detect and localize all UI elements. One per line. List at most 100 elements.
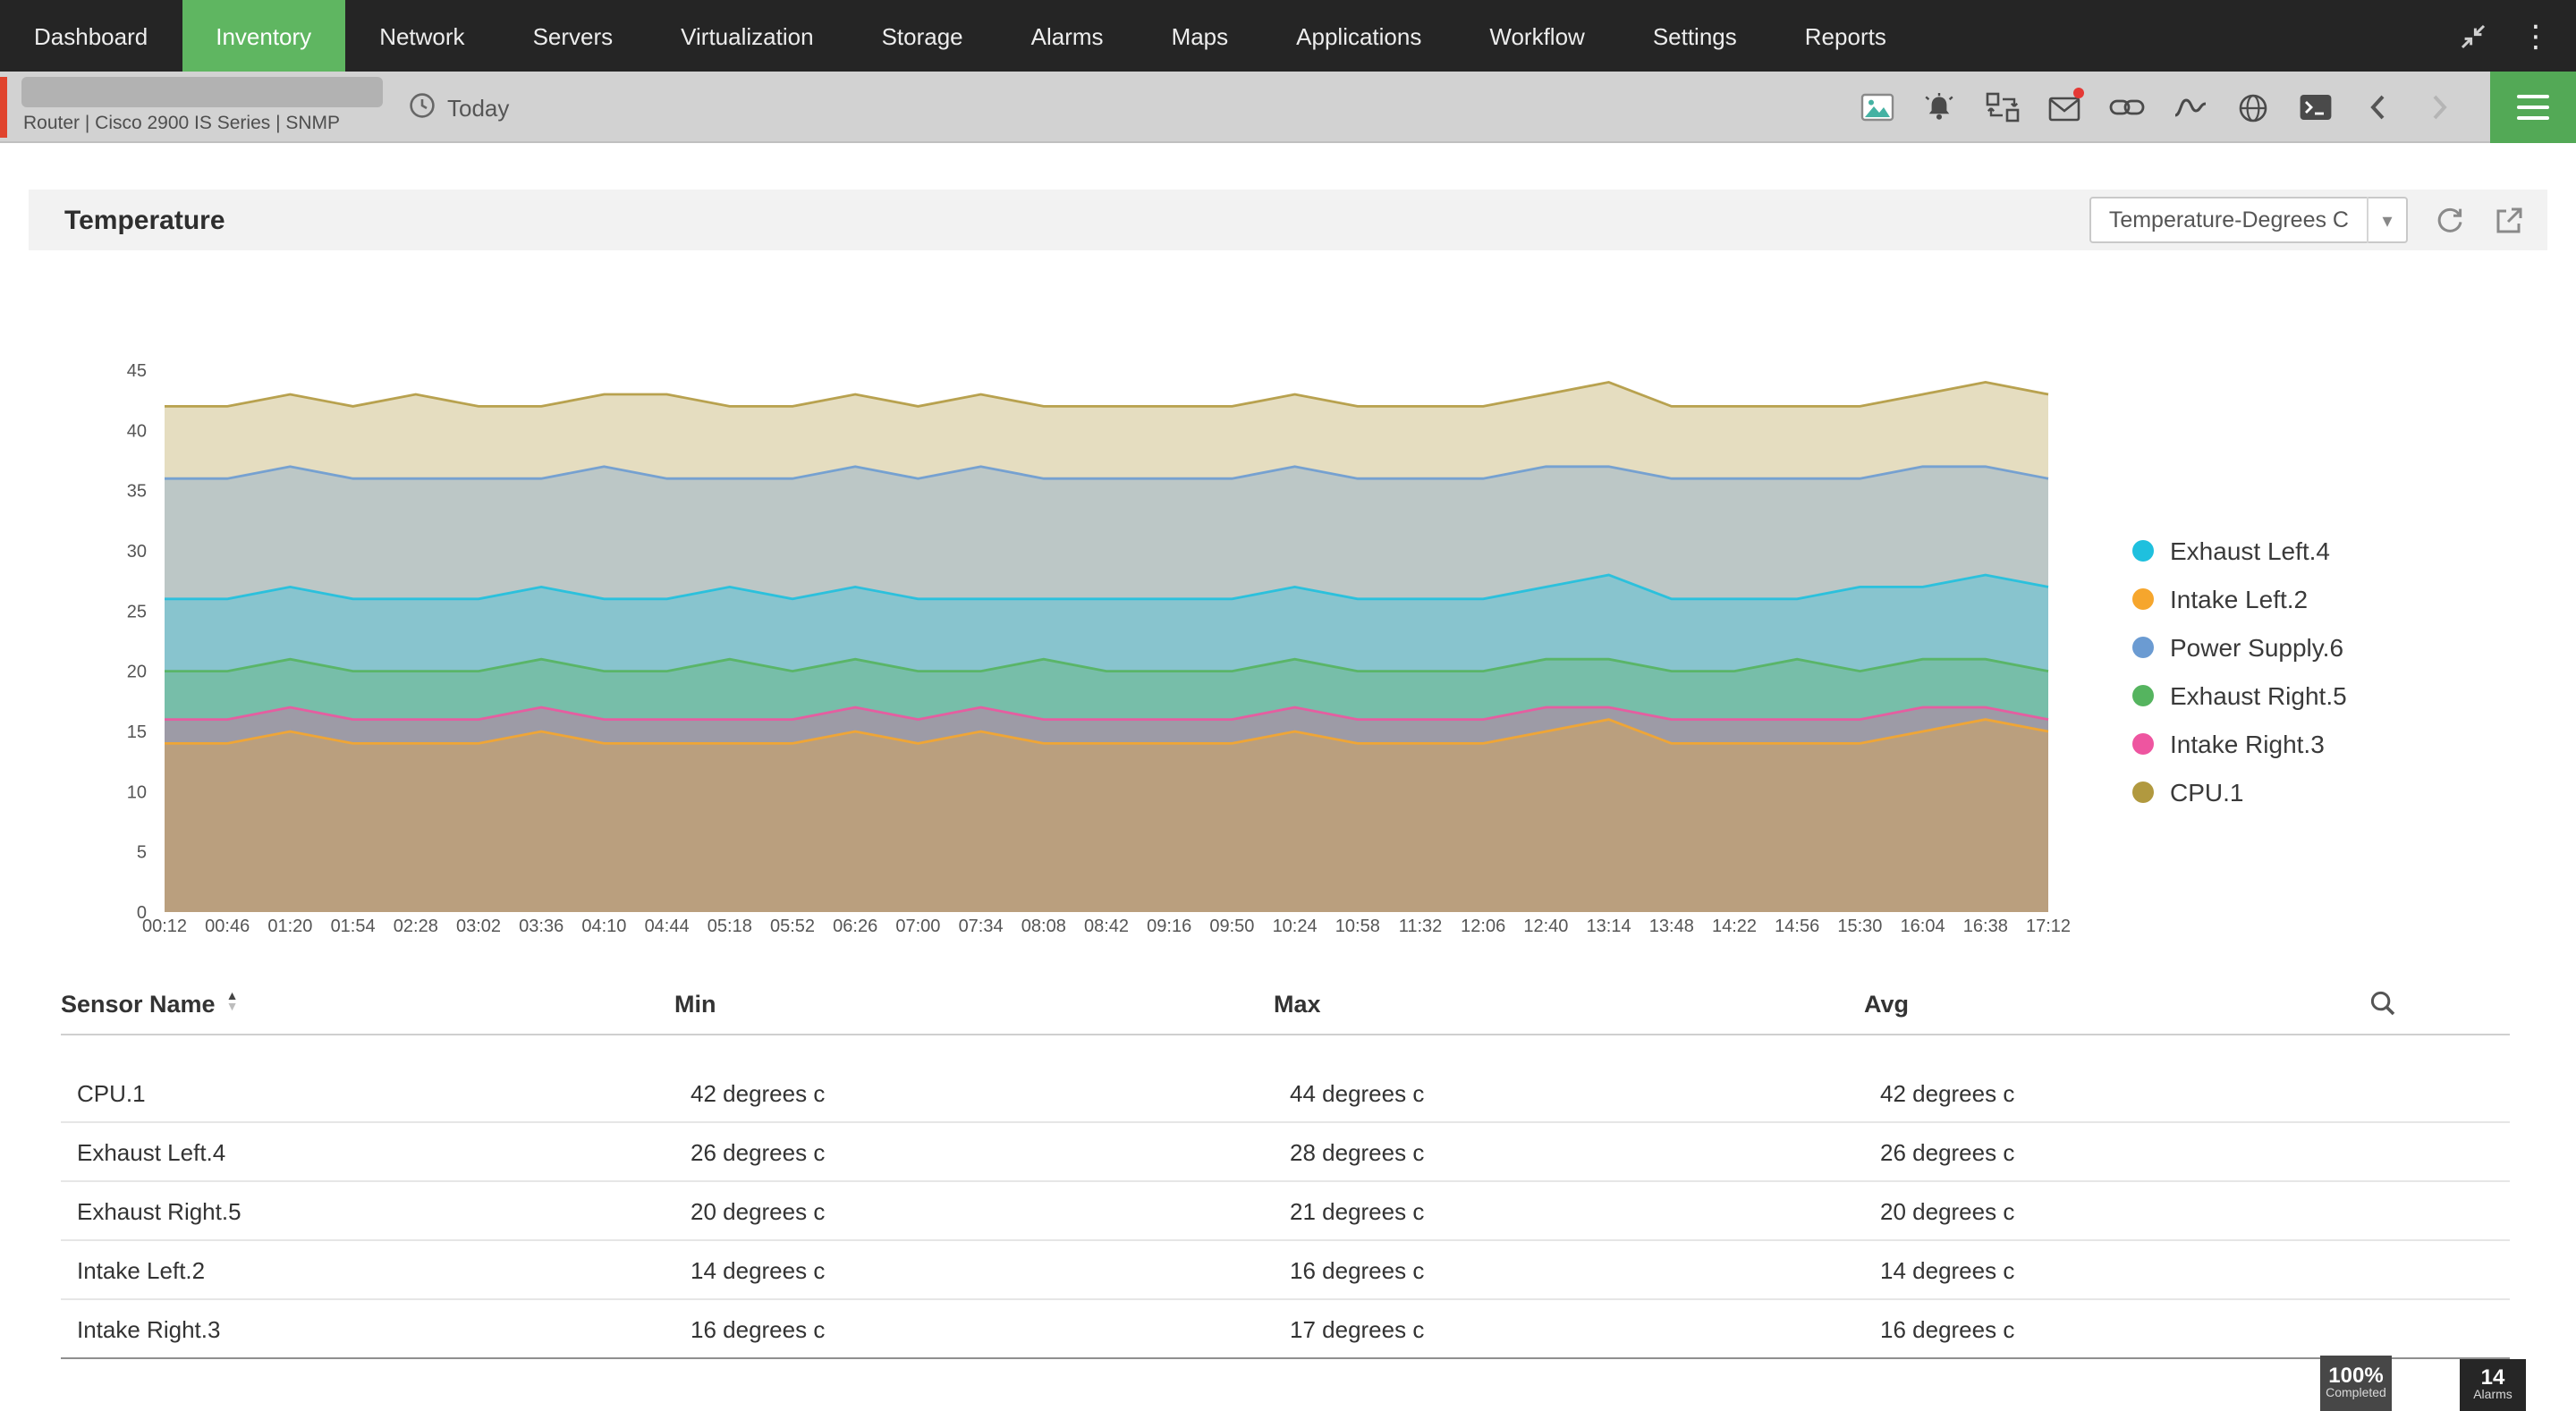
- device-subtitle: Router | Cisco 2900 IS Series | SNMP: [23, 113, 341, 134]
- metric-dropdown-value: Temperature-Degrees C: [2108, 207, 2349, 232]
- table-row[interactable]: Intake Left.2 14 degrees c 16 degrees c 14 …: [61, 1241, 2510, 1300]
- max-value: 21 degrees c: [1290, 1197, 1425, 1224]
- export-icon[interactable]: [2490, 202, 2526, 238]
- legend-item[interactable]: Intake Left.2: [2132, 574, 2347, 622]
- clock-icon: [408, 90, 436, 124]
- table-row[interactable]: Exhaust Left.4 26 degrees c 28 degrees c 26…: [61, 1123, 2510, 1182]
- legend-item[interactable]: Intake Right.3: [2132, 719, 2347, 767]
- nav-item-alarms[interactable]: Alarms: [997, 0, 1138, 72]
- table-row[interactable]: Exhaust Right.5 20 degrees c 21 degrees c 2…: [61, 1182, 2510, 1241]
- notification-dot: [2073, 88, 2084, 98]
- nav-item-inventory[interactable]: Inventory: [182, 0, 346, 72]
- svg-text:12:06: 12:06: [1461, 917, 1505, 936]
- toolbar-icons: [1857, 72, 2576, 143]
- sensor-name: Intake Right.3: [77, 1315, 221, 1342]
- column-header-avg[interactable]: Avg: [1864, 991, 2510, 1018]
- nav-item-dashboard[interactable]: Dashboard: [0, 0, 182, 72]
- svg-text:14:56: 14:56: [1775, 917, 1819, 936]
- legend-dot: [2132, 684, 2154, 706]
- table-body: CPU.1 42 degrees c 44 degrees c 42 degrees …: [61, 1064, 2510, 1359]
- svg-text:30: 30: [127, 542, 147, 562]
- refresh-icon[interactable]: [2431, 202, 2467, 238]
- nav-item-maps[interactable]: Maps: [1138, 0, 1263, 72]
- svg-text:10: 10: [127, 782, 147, 802]
- chevron-left-icon[interactable]: [2358, 88, 2397, 127]
- legend-item[interactable]: Exhaust Right.5: [2132, 671, 2347, 719]
- svg-text:00:46: 00:46: [205, 917, 250, 936]
- svg-text:03:02: 03:02: [456, 917, 501, 936]
- nav-item-storage[interactable]: Storage: [848, 0, 997, 72]
- max-value: 44 degrees c: [1290, 1079, 1425, 1106]
- mapping-icon[interactable]: [1982, 88, 2021, 127]
- svg-text:5: 5: [137, 843, 147, 863]
- svg-text:12:40: 12:40: [1523, 917, 1568, 936]
- svg-text:00:12: 00:12: [142, 917, 187, 936]
- nav-items: Dashboard Inventory Network Servers Virtuali…: [0, 0, 1920, 72]
- nav-item-applications[interactable]: Applications: [1262, 0, 1455, 72]
- sort-icon[interactable]: ▲ ▼: [226, 991, 239, 1014]
- min-value: 20 degrees c: [691, 1197, 826, 1224]
- nav-item-reports[interactable]: Reports: [1771, 0, 1920, 72]
- legend-label: Power Supply.6: [2170, 632, 2344, 661]
- nav-item-settings[interactable]: Settings: [1619, 0, 1771, 72]
- table-row[interactable]: Intake Right.3 16 degrees c 17 degrees c 16…: [61, 1300, 2510, 1359]
- legend-item[interactable]: Exhaust Left.4: [2132, 526, 2347, 574]
- column-header-min[interactable]: Min: [674, 991, 1274, 1018]
- svg-text:02:28: 02:28: [394, 917, 438, 936]
- sparkline-icon[interactable]: [2170, 88, 2209, 127]
- legend-item[interactable]: Power Supply.6: [2132, 622, 2347, 671]
- terminal-icon[interactable]: [2295, 88, 2334, 127]
- sensor-name: Exhaust Left.4: [77, 1138, 226, 1165]
- svg-text:05:18: 05:18: [708, 917, 752, 936]
- time-range-label: Today: [447, 94, 510, 121]
- legend-dot: [2132, 539, 2154, 561]
- image-icon[interactable]: [1857, 88, 1896, 127]
- progress-label: Completed: [2326, 1388, 2386, 1400]
- discovery-progress-badge[interactable]: 100% Completed: [2320, 1356, 2392, 1411]
- avg-value: 14 degrees c: [1880, 1256, 2015, 1283]
- kebab-menu-icon[interactable]: ⋮: [2521, 21, 2551, 51]
- sensor-name: Intake Left.2: [77, 1256, 206, 1283]
- svg-text:01:20: 01:20: [267, 917, 312, 936]
- avg-value: 26 degrees c: [1880, 1138, 2015, 1165]
- svg-text:13:48: 13:48: [1649, 917, 1694, 936]
- legend-dot: [2132, 781, 2154, 802]
- min-value: 14 degrees c: [691, 1256, 826, 1283]
- svg-text:35: 35: [127, 482, 147, 502]
- svg-text:20: 20: [127, 663, 147, 682]
- nav-right-actions: ⋮: [2453, 0, 2576, 72]
- svg-text:04:44: 04:44: [645, 917, 690, 936]
- column-header-max[interactable]: Max: [1274, 991, 1864, 1018]
- column-header-sensor-name[interactable]: Sensor Name ▲ ▼: [61, 991, 674, 1018]
- hamburger-menu-icon[interactable]: [2490, 72, 2576, 143]
- sensor-name: Exhaust Right.5: [77, 1197, 242, 1224]
- svg-text:03:36: 03:36: [519, 917, 564, 936]
- alarms-label: Alarms: [2473, 1390, 2512, 1402]
- mail-icon[interactable]: [2045, 88, 2084, 127]
- globe-icon[interactable]: [2233, 88, 2272, 127]
- nav-item-virtualization[interactable]: Virtualization: [647, 0, 847, 72]
- alarms-count-badge[interactable]: 14 Alarms: [2460, 1359, 2526, 1411]
- opmanager-app: Dashboard Inventory Network Servers Virtuali…: [0, 0, 2576, 1411]
- legend-item[interactable]: CPU.1: [2132, 767, 2347, 815]
- table-row[interactable]: CPU.1 42 degrees c 44 degrees c 42 degrees …: [61, 1064, 2510, 1123]
- search-icon[interactable]: [2367, 989, 2399, 1021]
- legend-dot: [2132, 732, 2154, 754]
- collapse-icon[interactable]: [2453, 16, 2492, 55]
- svg-text:16:04: 16:04: [1901, 917, 1945, 936]
- link-icon[interactable]: [2107, 88, 2147, 127]
- page-title: Temperature: [64, 205, 225, 235]
- table-header: Sensor Name ▲ ▼ Min Max Avg: [61, 975, 2510, 1035]
- alarms-value: 14: [2480, 1365, 2505, 1390]
- metric-dropdown[interactable]: Temperature-Degrees C ▾: [2089, 197, 2408, 243]
- nav-item-network[interactable]: Network: [345, 0, 498, 72]
- panel-header: Temperature Temperature-Degrees C ▾: [29, 190, 2547, 250]
- svg-text:01:54: 01:54: [331, 917, 376, 936]
- chevron-right-icon[interactable]: [2420, 88, 2460, 127]
- alarm-bell-icon[interactable]: [1919, 88, 1959, 127]
- nav-item-workflow[interactable]: Workflow: [1455, 0, 1618, 72]
- avg-value: 42 degrees c: [1880, 1079, 2015, 1106]
- time-range-selector[interactable]: Today: [408, 72, 509, 143]
- nav-item-servers[interactable]: Servers: [499, 0, 648, 72]
- sensor-name: CPU.1: [77, 1079, 146, 1106]
